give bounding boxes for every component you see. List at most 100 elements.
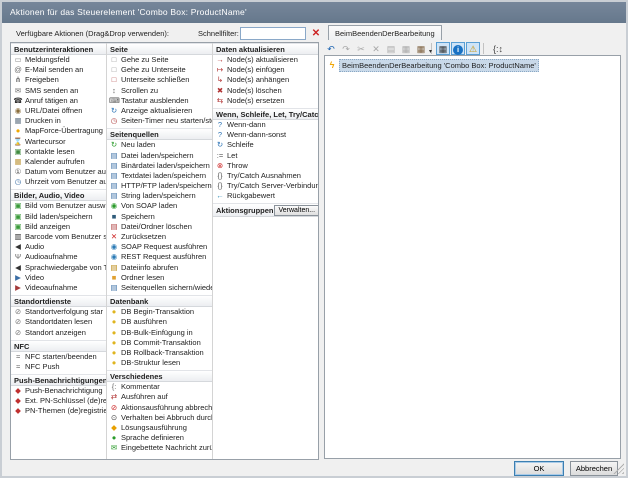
action-item[interactable]: :=Let (213, 151, 318, 161)
event-handler-row[interactable]: ϟ BeimBeendenDerBearbeitung 'Combo Box: … (327, 59, 618, 71)
action-item[interactable]: ■Speichern (107, 212, 212, 222)
action-item[interactable]: ◀Sprachwiedergabe von T (11, 263, 106, 273)
action-item[interactable]: ■Ordner lesen (107, 273, 212, 283)
verwalten-button[interactable]: Verwalten... (274, 205, 319, 216)
action-item[interactable]: →Node(s) aktualisieren (213, 55, 318, 65)
grid-filter-toggle-icon[interactable]: ▦ (436, 42, 450, 55)
action-item[interactable]: ↦Node(s) einfügen (213, 65, 318, 75)
cancel-button[interactable]: Abbrechen (570, 461, 618, 476)
action-item[interactable]: ▤Dateiinfo abrufen (107, 263, 212, 273)
action-item[interactable]: □Gehe zu Unterseite (107, 65, 212, 75)
action-item[interactable]: ↳Node(s) anhängen (213, 75, 318, 85)
action-item[interactable]: ◆Ext. PN-Schlüssel (de)reg (11, 396, 106, 406)
action-item[interactable]: ●DB Begin-Transaktion (107, 307, 212, 317)
comment-expand-icon[interactable]: {:↕ (488, 42, 508, 55)
action-item[interactable]: ▶Video (11, 273, 106, 283)
action-item[interactable]: ●DB-Struktur lesen (107, 358, 212, 368)
action-item[interactable]: ◷Uhrzeit vom Benutzer au (11, 177, 106, 187)
action-item[interactable]: ◷Seiten-Timer neu starten/stopp (107, 116, 212, 126)
action-item[interactable]: ●Sprache definieren (107, 433, 212, 443)
action-item[interactable]: ▤Seitenquellen sichern/wiederh (107, 283, 212, 293)
tab-beimbeendenderbearbeitung[interactable]: BeimBeendenDerBearbeitung (328, 25, 442, 40)
action-item[interactable]: ▦Drucken in (11, 116, 106, 126)
action-item[interactable]: ⌨Tastatur ausblenden (107, 96, 212, 106)
action-item[interactable]: ⊗Throw (213, 161, 318, 171)
action-item[interactable]: ≈NFC starten/beenden (11, 352, 106, 362)
paste-special-icon[interactable]: ▦▾ (414, 42, 428, 55)
action-item[interactable]: ◆Lösungsausführung (107, 423, 212, 433)
action-item[interactable]: ⊘Aktionsausführung abbrechen (107, 403, 212, 413)
action-item[interactable]: ↻Neu laden (107, 140, 212, 150)
action-item[interactable]: ?Wenn-dann-sonst (213, 130, 318, 140)
action-item[interactable]: ⊘Standortdaten lesen (11, 317, 106, 327)
action-item[interactable]: ▣Bild vom Benutzer ausw (11, 201, 106, 211)
action-item[interactable]: ▤String laden/speichern (107, 191, 212, 201)
action-item[interactable]: ●DB ausführen (107, 317, 212, 327)
action-item[interactable]: ☎Anruf tätigen an (11, 96, 106, 106)
event-editor-area[interactable]: ϟ BeimBeendenDerBearbeitung 'Combo Box: … (324, 55, 621, 459)
action-item[interactable]: □Unterseite schließen (107, 75, 212, 85)
action-item[interactable]: ▣Bild laden/speichern (11, 212, 106, 222)
action-item[interactable]: ▣Kontakte lesen (11, 147, 106, 157)
action-item[interactable]: ✕Zurücksetzen (107, 232, 212, 242)
action-item[interactable]: ↕Scrollen zu (107, 86, 212, 96)
section-header-label: Push-Benachrichtigungen (14, 376, 106, 385)
quick-filter-input[interactable] (240, 27, 306, 40)
action-item[interactable]: ▤Datei laden/speichern (107, 151, 212, 161)
action-item[interactable]: ●DB Rollback-Transaktion (107, 348, 212, 358)
action-item[interactable]: ✉Eingebettete Nachricht zurück (107, 443, 212, 453)
delete-icon[interactable]: ✕ (369, 42, 383, 55)
action-item[interactable]: ▶Videoaufnahme (11, 283, 106, 293)
action-item[interactable]: ⋔Freigeben (11, 75, 106, 85)
action-item[interactable]: ●MapForce-Übertragung (11, 126, 106, 136)
warning-filter-toggle-icon[interactable]: ⚠ (466, 42, 480, 55)
redo-icon[interactable]: ↷ (339, 42, 353, 55)
hide-keyboard-icon: ⌨ (109, 96, 119, 106)
undo-icon[interactable]: ↶ (324, 42, 338, 55)
action-item[interactable]: ⊘Standortverfolgung star (11, 307, 106, 317)
action-item[interactable]: ΨAudioaufnahme (11, 252, 106, 262)
action-item[interactable]: ▥Barcode vom Benutzer s (11, 232, 106, 242)
clear-filter-icon[interactable]: ✕ (310, 27, 322, 40)
action-item[interactable]: ⊙Verhalten bei Abbruch durch B (107, 413, 212, 423)
info-filter-toggle-icon[interactable]: i (451, 42, 465, 55)
action-item[interactable]: ⊘Standort anzeigen (11, 328, 106, 338)
action-item[interactable]: ◆PN-Themen (de)registrie (11, 406, 106, 416)
action-item[interactable]: ●DB Commit-Transaktion (107, 338, 212, 348)
action-item[interactable]: ◉SOAP Request ausführen (107, 242, 212, 252)
action-item[interactable]: ⇄Ausführen auf (107, 392, 212, 402)
ok-button[interactable]: OK (514, 461, 564, 476)
action-item[interactable]: ↻Anzeige aktualisieren (107, 106, 212, 116)
action-item[interactable]: ◆Push-Benachrichtigung (11, 386, 106, 396)
action-item[interactable]: {:Kommentar (107, 382, 212, 392)
action-item[interactable]: ◉Von SOAP laden (107, 201, 212, 211)
action-item[interactable]: {}Try/Catch Ausnahmen (213, 171, 318, 181)
action-item[interactable]: ✖Node(s) löschen (213, 86, 318, 96)
action-item[interactable]: ▦Kalender aufrufen (11, 157, 106, 167)
action-item[interactable]: ▣Bild anzeigen (11, 222, 106, 232)
paste-icon[interactable]: ▦ (399, 42, 413, 55)
action-item[interactable]: ≈NFC Push (11, 362, 106, 372)
action-item[interactable]: {}Try/Catch Server-Verbindung (213, 181, 318, 191)
copy-icon[interactable]: ▤ (384, 42, 398, 55)
action-item[interactable]: ▤Binärdatei laden/speichern (107, 161, 212, 171)
action-item[interactable]: ▤HTTP/FTP laden/speichern (107, 181, 212, 191)
action-item[interactable]: ←Rückgabewert (213, 191, 318, 201)
action-item[interactable]: ◉REST Request ausführen (107, 252, 212, 262)
action-item[interactable]: ⌛Wartecursor (11, 137, 106, 147)
action-item[interactable]: ▤Textdatei laden/speichern (107, 171, 212, 181)
cut-icon[interactable]: ✂ (354, 42, 368, 55)
action-item[interactable]: ↻Schleife (213, 140, 318, 150)
action-item[interactable]: □Gehe zu Seite (107, 55, 212, 65)
action-item[interactable]: ?Wenn-dann (213, 120, 318, 130)
action-item[interactable]: ◀Audio (11, 242, 106, 252)
action-item[interactable]: ●DB-Bulk-Einfügung in (107, 328, 212, 338)
action-item[interactable]: ✉SMS senden an (11, 86, 106, 96)
action-item[interactable]: @E-Mail senden an (11, 65, 106, 75)
action-item-label: Standort anzeigen (25, 328, 86, 338)
action-item[interactable]: ◉URL/Datei öffnen (11, 106, 106, 116)
action-item[interactable]: ▭Meldungsfeld (11, 55, 106, 65)
action-item[interactable]: ▤Datei/Ordner löschen (107, 222, 212, 232)
action-item[interactable]: ①Datum vom Benutzer au (11, 167, 106, 177)
action-item[interactable]: ⇆Node(s) ersetzen (213, 96, 318, 106)
